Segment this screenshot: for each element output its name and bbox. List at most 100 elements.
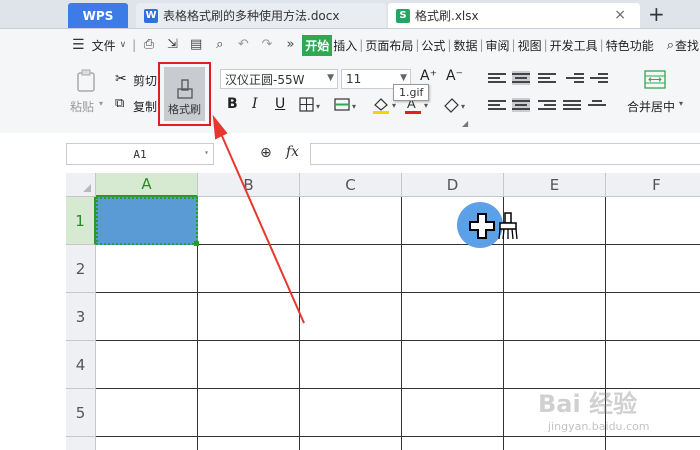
increase-font-button[interactable]: A⁺ [420,68,437,84]
menu-insert[interactable]: 插入 [332,37,358,54]
chevron-down-icon[interactable]: ∨ [120,40,127,50]
decrease-indent-icon[interactable] [566,71,584,85]
grid-cell[interactable] [198,245,300,293]
menu-data[interactable]: 数据 [452,37,478,54]
select-all-corner[interactable] [66,173,96,197]
grid-cell[interactable] [300,197,402,245]
tab-docx[interactable]: W 表格格式刷的多种使用方法.docx [136,3,386,28]
menu-file[interactable]: 文件 [91,37,117,54]
fill-handle[interactable] [194,241,199,246]
grid-cell[interactable] [606,341,700,389]
grid-cell[interactable] [198,341,300,389]
grid-cell[interactable] [96,245,198,293]
grid-cell[interactable] [402,389,504,437]
grid-cell[interactable] [300,245,402,293]
font-settings-launcher-icon[interactable]: ◢ [462,119,468,128]
function-icon[interactable]: fx [286,144,299,160]
format-painter-button[interactable]: 格式刷 [164,67,205,121]
zoom-icon[interactable]: ⊕ [260,145,272,161]
row-header-1[interactable]: 1 [66,197,96,245]
grid-cell[interactable] [300,293,402,341]
grid-cell[interactable] [198,389,300,437]
cut-button[interactable]: 剪切 [133,72,157,89]
menu-review[interactable]: 审阅 [485,37,511,54]
undo-icon[interactable]: ↶ [237,38,251,52]
grid-cell[interactable] [504,437,606,450]
tab-wps-home[interactable]: WPS [68,3,128,28]
print-icon[interactable]: ▤ [189,38,203,52]
column-header-b[interactable]: B [198,173,300,197]
font-name-select[interactable]: 汉仪正圆-55W ▼ [220,69,338,89]
grid-cell[interactable] [504,293,606,341]
merge-center-button[interactable]: 合并居中 [627,98,675,115]
align-middle-icon[interactable] [512,71,530,85]
row-header-6[interactable] [66,437,96,450]
grid-cell[interactable] [96,389,198,437]
align-left-icon[interactable] [488,98,506,112]
cell-style-icon[interactable]: ▾ [334,97,362,113]
formula-input[interactable] [310,143,700,165]
grid-cell[interactable] [402,245,504,293]
merge-cells-icon[interactable] [643,69,667,91]
grid-cell[interactable] [300,389,402,437]
chevron-down-icon[interactable]: ▾ [679,99,683,108]
menu-home[interactable]: 开始 [302,34,333,56]
print-preview-icon[interactable]: ⌕ [213,38,227,52]
menu-formulas[interactable]: 公式 [420,37,446,54]
grid-cell[interactable] [504,341,606,389]
paste-button[interactable]: 粘贴 [70,98,94,115]
tab-xlsx[interactable]: S 格式刷.xlsx × [388,3,640,28]
bold-button[interactable]: B [227,96,238,112]
column-header-a[interactable]: A [96,173,198,197]
italic-button[interactable]: I [252,96,258,112]
hamburger-menu-icon[interactable]: ☰ [72,37,85,53]
redo-icon[interactable]: ↷ [260,38,274,52]
column-header-e[interactable]: E [504,173,606,197]
menu-view[interactable]: 视图 [517,37,543,54]
row-header-2[interactable]: 2 [66,245,96,293]
decrease-font-button[interactable]: A⁻ [446,68,463,84]
grid-cell[interactable] [96,341,198,389]
menu-features[interactable]: 特色功能 [605,37,655,54]
grid-cell[interactable] [606,197,700,245]
save-icon[interactable]: ⎙ [142,38,156,52]
copy-button[interactable]: 复制 [133,98,157,115]
column-header-f[interactable]: F [606,173,700,197]
grid-cell[interactable] [198,197,300,245]
grid-cell[interactable] [96,437,198,450]
grid-cell[interactable] [402,437,504,450]
row-header-4[interactable]: 4 [66,341,96,389]
chevron-down-icon[interactable]: ▾ [99,99,103,108]
search-icon[interactable]: ⌕ [667,38,674,53]
column-header-d[interactable]: D [402,173,504,197]
align-center-icon[interactable] [512,98,530,112]
distribute-icon[interactable] [588,98,606,112]
align-right-icon[interactable] [538,98,556,112]
grid-cell[interactable] [300,341,402,389]
export-icon[interactable]: ⇲ [166,38,180,52]
grid-cell[interactable] [504,245,606,293]
row-header-3[interactable]: 3 [66,293,96,341]
justify-icon[interactable] [563,98,581,112]
new-tab-button[interactable]: + [648,2,665,26]
menu-developer[interactable]: 开发工具 [549,37,599,54]
align-bottom-icon[interactable] [538,71,556,85]
row-header-5[interactable]: 5 [66,389,96,437]
grid-cell[interactable] [96,293,198,341]
menu-search[interactable]: 查找 [674,37,700,54]
close-tab-icon[interactable]: × [614,7,626,23]
grid-cell[interactable] [198,293,300,341]
column-header-c[interactable]: C [300,173,402,197]
menu-page-layout[interactable]: 页面布局 [364,37,414,54]
grid-cell[interactable] [606,245,700,293]
clear-format-icon[interactable]: ▾ [442,95,472,117]
grid-cell[interactable] [402,341,504,389]
grid-cell[interactable] [402,293,504,341]
name-box[interactable]: A1 ▾ [66,143,214,165]
grid-cell[interactable] [606,293,700,341]
grid-cell[interactable] [198,437,300,450]
borders-icon[interactable]: ▾ [299,97,325,113]
increase-indent-icon[interactable] [590,71,608,85]
paste-icon[interactable] [76,69,98,93]
cell-a1[interactable] [96,197,198,245]
